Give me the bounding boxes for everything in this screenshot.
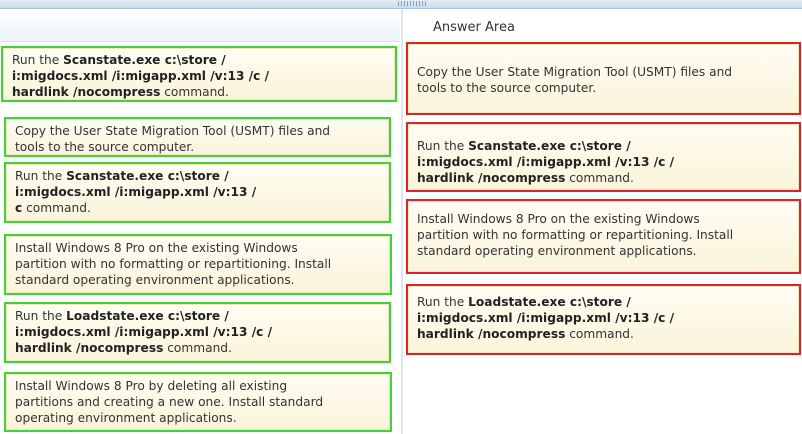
source-card-loadstate[interactable]: Run the Loadstate.exe c:\store / i:migdoc…	[4, 302, 391, 363]
card-text-suffix: command.	[22, 201, 91, 215]
source-card-copy-usmt[interactable]: Copy the User State Migration Tool (USMT…	[4, 117, 391, 157]
source-card-install-delete-partitions[interactable]: Install Windows 8 Pro by deleting all ex…	[4, 372, 392, 432]
card-text: Run the	[12, 53, 64, 67]
card-text: Install Windows 8 Pro on the existing Wi…	[417, 212, 734, 258]
card-text-suffix: command.	[565, 171, 634, 185]
card-text-suffix: command.	[160, 85, 229, 99]
answer-slot-4[interactable]: Run the Loadstate.exe c:\store / i:migdoc…	[406, 284, 801, 355]
card-text-suffix: command.	[565, 327, 634, 341]
card-text: Run the	[417, 295, 469, 309]
answer-slot-1[interactable]: Copy the User State Migration Tool (USMT…	[406, 42, 801, 115]
card-text-suffix: command.	[163, 341, 232, 355]
area-divider	[401, 9, 403, 434]
card-text: Run the	[417, 139, 469, 153]
answer-slot-3[interactable]: Install Windows 8 Pro on the existing Wi…	[406, 199, 801, 274]
source-card-install-existing-partition[interactable]: Install Windows 8 Pro on the existing Wi…	[4, 234, 392, 295]
splitter-grip-icon[interactable]	[398, 1, 428, 6]
source-area-header	[0, 9, 400, 42]
card-text: Install Windows 8 Pro by deleting all ex…	[15, 379, 324, 425]
answer-slot-2[interactable]: Run the Scanstate.exe c:\store / i:migdoc…	[406, 122, 801, 192]
card-text: Copy the User State Migration Tool (USMT…	[417, 65, 733, 95]
card-text: Run the	[15, 309, 67, 323]
top-toolbar	[0, 0, 802, 9]
card-text: Copy the User State Migration Tool (USMT…	[15, 124, 331, 154]
source-card-scanstate-hardlink[interactable]: Run the Scanstate.exe c:\store / i:migdoc…	[1, 46, 397, 102]
answer-area-title: Answer Area	[433, 20, 515, 35]
card-text: Run the	[15, 169, 67, 183]
source-card-scanstate-c[interactable]: Run the Scanstate.exe c:\store / i:migdoc…	[4, 162, 391, 223]
card-text: Install Windows 8 Pro on the existing Wi…	[15, 241, 332, 287]
